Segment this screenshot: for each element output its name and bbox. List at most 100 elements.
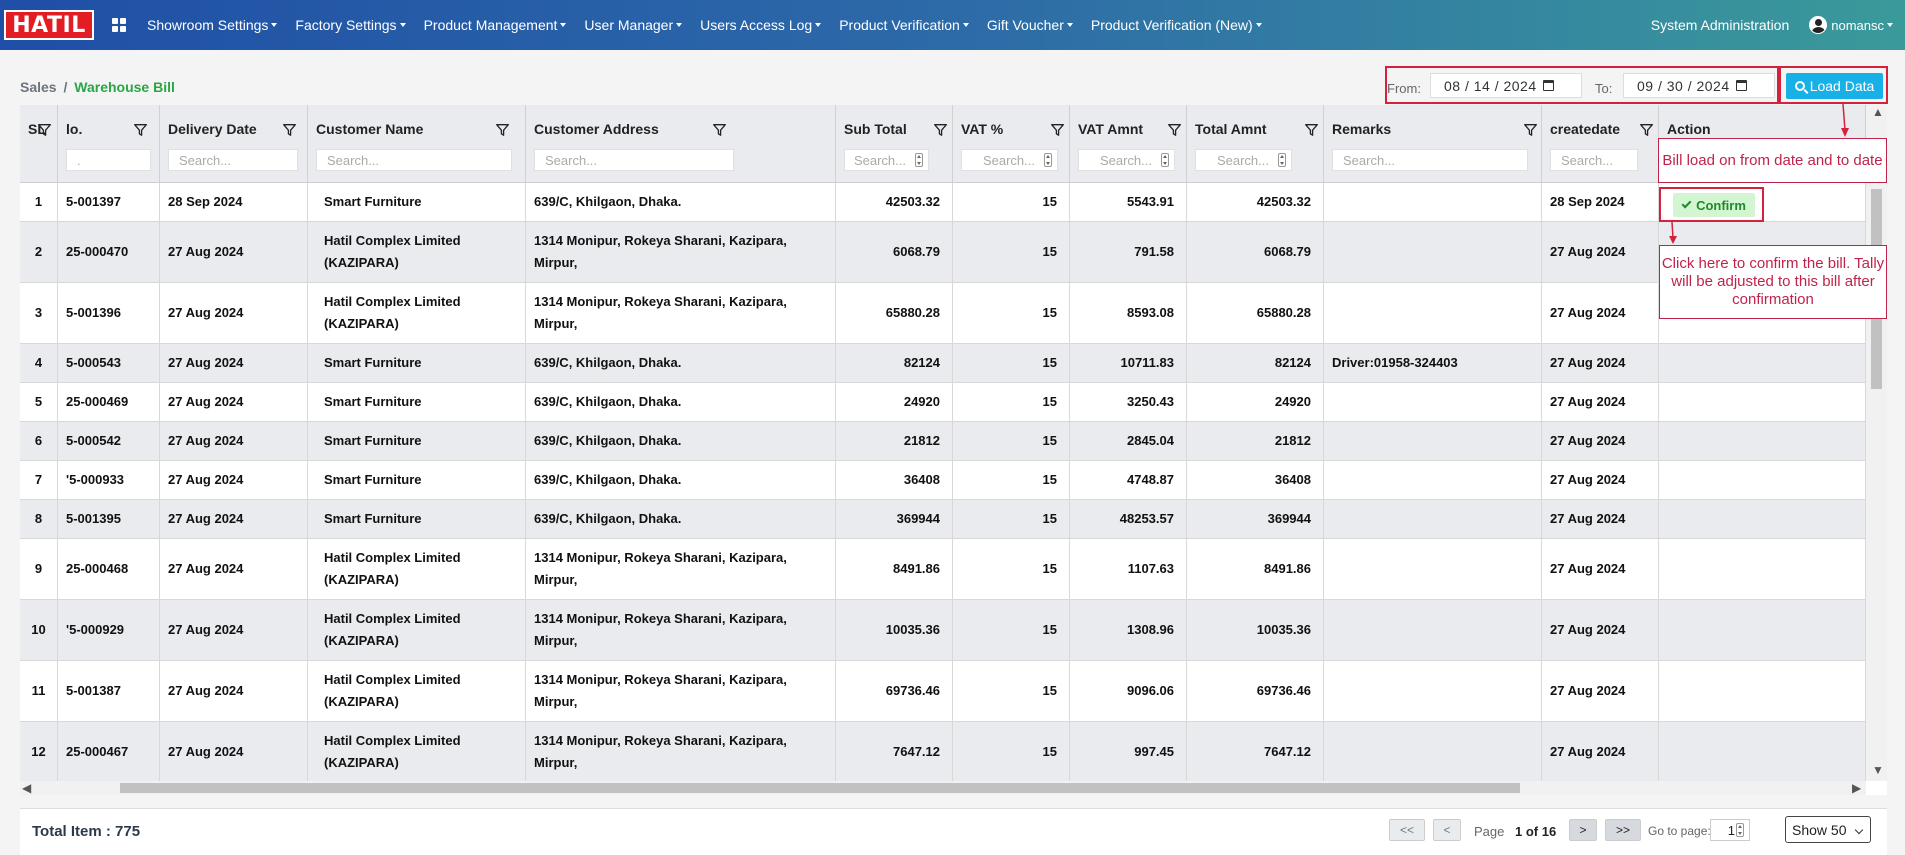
page-size-select[interactable]: Show 50	[1785, 816, 1871, 843]
table-row[interactable]: 9 25-000468 27 Aug 2024 Hatil Complex Limit…	[20, 539, 1866, 600]
column-search-input[interactable]: Search...	[1078, 149, 1175, 171]
search-placeholder: Search...	[853, 152, 906, 168]
column-title[interactable]: VAT %	[961, 121, 1003, 137]
column-title[interactable]: Total Amnt	[1195, 121, 1267, 137]
column-search-input[interactable]: Search...	[316, 149, 512, 171]
prev-page-button[interactable]: <	[1433, 819, 1461, 841]
filter-icon[interactable]	[283, 124, 296, 136]
nav-menu-item[interactable]: Product Verification (New)	[1082, 17, 1271, 33]
table-row[interactable]: 11 5-001387 27 Aug 2024 Hatil Complex Limit…	[20, 661, 1866, 722]
filter-icon[interactable]	[934, 124, 947, 136]
nav-menu-item[interactable]: User Manager	[575, 17, 691, 33]
nav-menu-item[interactable]: Product Verification	[830, 17, 978, 33]
column-title[interactable]: Delivery Date	[168, 121, 257, 137]
nav-menu-item[interactable]: Users Access Log	[691, 17, 830, 33]
column-search-input[interactable]: Search...	[844, 149, 929, 171]
column-title[interactable]: Action	[1667, 121, 1711, 137]
calendar-icon[interactable]	[1735, 80, 1747, 91]
filter-icon[interactable]	[1640, 124, 1653, 136]
hatil-logo[interactable]: HATIL	[4, 10, 94, 40]
vertical-scrollbar[interactable]: ▲ ▼	[1866, 105, 1887, 781]
column-header[interactable]: SL	[20, 105, 58, 183]
column-title[interactable]: VAT Amnt	[1078, 121, 1143, 137]
cell-text: 5-000543	[66, 355, 121, 370]
horizontal-scrollbar[interactable]: ◀ ▶	[20, 781, 1866, 795]
goto-spinner-icon[interactable]	[1736, 823, 1744, 837]
column-header[interactable]: Customer Name Search...	[308, 105, 526, 183]
column-search-input[interactable]: Search...	[1550, 149, 1638, 171]
column-search-input[interactable]: .	[66, 149, 151, 171]
filter-icon[interactable]	[496, 124, 509, 136]
filter-icon[interactable]	[38, 124, 51, 136]
confirm-button[interactable]: Confirm	[1673, 193, 1755, 217]
spinner-icon[interactable]	[1278, 153, 1286, 167]
cell-text: 27 Aug 2024	[168, 305, 244, 320]
table-row[interactable]: 12 25-000467 27 Aug 2024 Hatil Complex Limi…	[20, 722, 1866, 781]
filter-icon[interactable]	[134, 124, 147, 136]
goto-page-input[interactable]: 1	[1710, 819, 1750, 841]
column-header[interactable]: VAT Amnt Search...	[1070, 105, 1187, 183]
table-cell: 2	[20, 222, 58, 282]
to-date-input[interactable]: 09 / 30 / 2024	[1623, 73, 1775, 98]
table-row[interactable]: 8 5-001395 27 Aug 2024 Smart Furniture 639/C…	[20, 500, 1866, 539]
table-row[interactable]: 10 '5-000929 27 Aug 2024 Hatil Complex Limi…	[20, 600, 1866, 661]
filter-icon[interactable]	[1051, 124, 1064, 136]
column-header[interactable]: createdate Search...	[1542, 105, 1659, 183]
system-administration-link[interactable]: System Administration	[1651, 17, 1790, 33]
scroll-right-icon[interactable]: ▶	[1852, 781, 1861, 795]
breadcrumb-sales[interactable]: Sales	[20, 79, 57, 95]
table-row[interactable]: 6 5-000542 27 Aug 2024 Smart Furniture 639/C…	[20, 422, 1866, 461]
column-search-input[interactable]: Search...	[1332, 149, 1528, 171]
column-header[interactable]: lo..	[58, 105, 160, 183]
next-page-button[interactable]: >	[1569, 819, 1597, 841]
column-header[interactable]: Customer Address Search...	[526, 105, 836, 183]
table-row[interactable]: 3 5-001396 27 Aug 2024 Hatil Complex Limite…	[20, 283, 1866, 344]
column-title[interactable]: Remarks	[1332, 121, 1391, 137]
column-title[interactable]: Sub Total	[844, 121, 907, 137]
apps-grid-icon[interactable]	[112, 18, 126, 32]
load-data-button[interactable]: Load Data	[1786, 73, 1883, 99]
column-search-input[interactable]: Search...	[1195, 149, 1292, 171]
table-row[interactable]: 2 25-000470 27 Aug 2024 Hatil Complex Limit…	[20, 222, 1866, 283]
table-cell: 997.45	[1070, 722, 1187, 781]
scroll-left-icon[interactable]: ◀	[22, 781, 31, 795]
nav-menu-item[interactable]: Product Management	[415, 17, 576, 33]
column-header[interactable]: VAT % Search...	[953, 105, 1070, 183]
column-title[interactable]: Customer Address	[534, 121, 659, 137]
spinner-icon[interactable]	[1044, 153, 1052, 167]
horizontal-scroll-thumb[interactable]	[120, 783, 1520, 793]
spinner-icon[interactable]	[915, 153, 923, 167]
column-title[interactable]: createdate	[1550, 121, 1620, 137]
last-page-button[interactable]: >>	[1605, 819, 1641, 841]
column-title[interactable]: lo.	[66, 121, 82, 137]
calendar-icon[interactable]	[1542, 80, 1554, 91]
user-caret-icon[interactable]	[1887, 23, 1893, 27]
nav-menu-item[interactable]: Gift Voucher	[978, 17, 1082, 33]
user-avatar-icon[interactable]	[1809, 16, 1828, 34]
column-header[interactable]: Sub Total Search...	[836, 105, 953, 183]
column-search-input[interactable]: Search...	[168, 149, 298, 171]
filter-icon[interactable]	[1524, 124, 1537, 136]
filter-icon[interactable]	[713, 124, 726, 136]
scroll-up-icon[interactable]: ▲	[1872, 105, 1884, 119]
column-header[interactable]: Remarks Search...	[1324, 105, 1542, 183]
from-date-input[interactable]: 08 / 14 / 2024	[1430, 73, 1582, 98]
column-header[interactable]: Total Amnt Search...	[1187, 105, 1324, 183]
scroll-down-icon[interactable]: ▼	[1872, 763, 1884, 777]
column-header[interactable]: Delivery Date Search...	[160, 105, 308, 183]
table-row[interactable]: 7 '5-000933 27 Aug 2024 Smart Furniture 639/…	[20, 461, 1866, 500]
table-row[interactable]: 4 5-000543 27 Aug 2024 Smart Furniture 639/C…	[20, 344, 1866, 383]
column-search-input[interactable]: Search...	[961, 149, 1058, 171]
first-page-button[interactable]: <<	[1389, 819, 1425, 841]
nav-menu-item[interactable]: Factory Settings	[286, 17, 414, 33]
filter-icon[interactable]	[1168, 124, 1181, 136]
table-row[interactable]: 1 5-001397 28 Sep 2024 Smart Furniture 639/C…	[20, 183, 1866, 222]
column-title[interactable]: Customer Name	[316, 121, 423, 137]
user-menu[interactable]: nomansc	[1831, 18, 1884, 33]
table-cell: 82124	[836, 344, 953, 382]
filter-icon[interactable]	[1305, 124, 1318, 136]
nav-menu-item[interactable]: Showroom Settings	[138, 17, 286, 33]
table-row[interactable]: 5 25-000469 27 Aug 2024 Smart Furniture 639/…	[20, 383, 1866, 422]
column-search-input[interactable]: Search...	[534, 149, 734, 171]
spinner-icon[interactable]	[1161, 153, 1169, 167]
